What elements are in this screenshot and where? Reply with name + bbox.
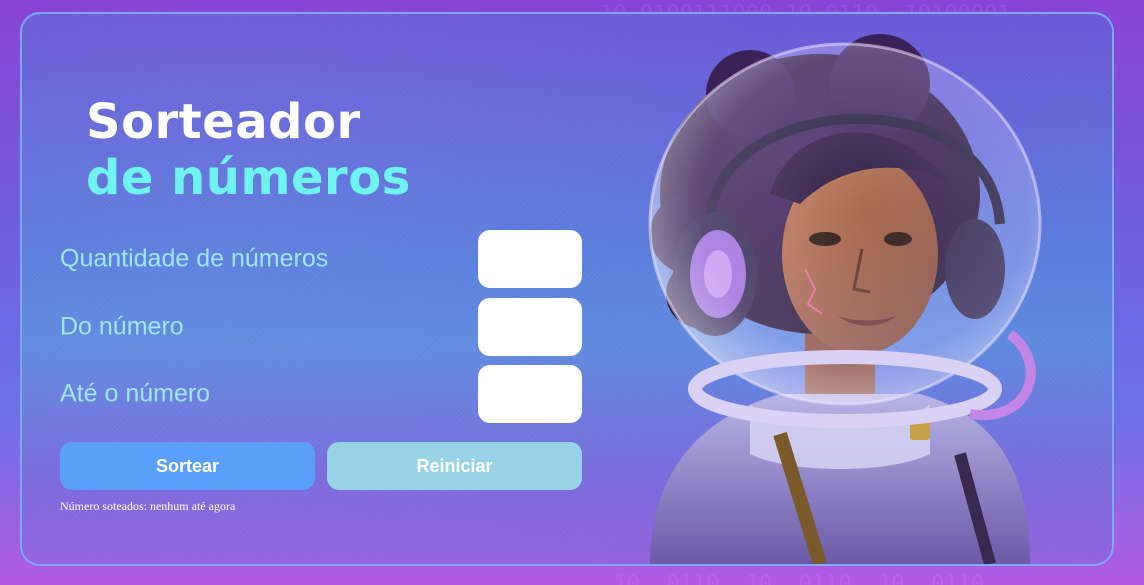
page-title: Sorteador de números xyxy=(86,94,411,206)
quantity-label: Quantidade de números xyxy=(60,244,329,273)
quantity-row: Quantidade de números xyxy=(60,230,582,288)
from-label: Do número xyxy=(60,312,184,341)
draw-button[interactable]: Sortear xyxy=(60,442,315,490)
astronaut-illustration xyxy=(648,34,1042,564)
from-row: Do número xyxy=(60,298,582,356)
title-line-2: de números xyxy=(86,150,411,206)
title-line-1: Sorteador xyxy=(86,94,361,150)
to-label: Até o número xyxy=(60,379,211,408)
to-input[interactable] xyxy=(478,365,582,423)
quantity-input[interactable] xyxy=(478,230,582,288)
result-text: Número soteados: nenhum até agora xyxy=(60,499,236,513)
main-card: Sorteador de números Quantidade de númer… xyxy=(20,12,1114,566)
reset-button[interactable]: Reiniciar xyxy=(327,442,582,490)
to-row: Até o número xyxy=(60,365,582,423)
from-input[interactable] xyxy=(478,298,582,356)
